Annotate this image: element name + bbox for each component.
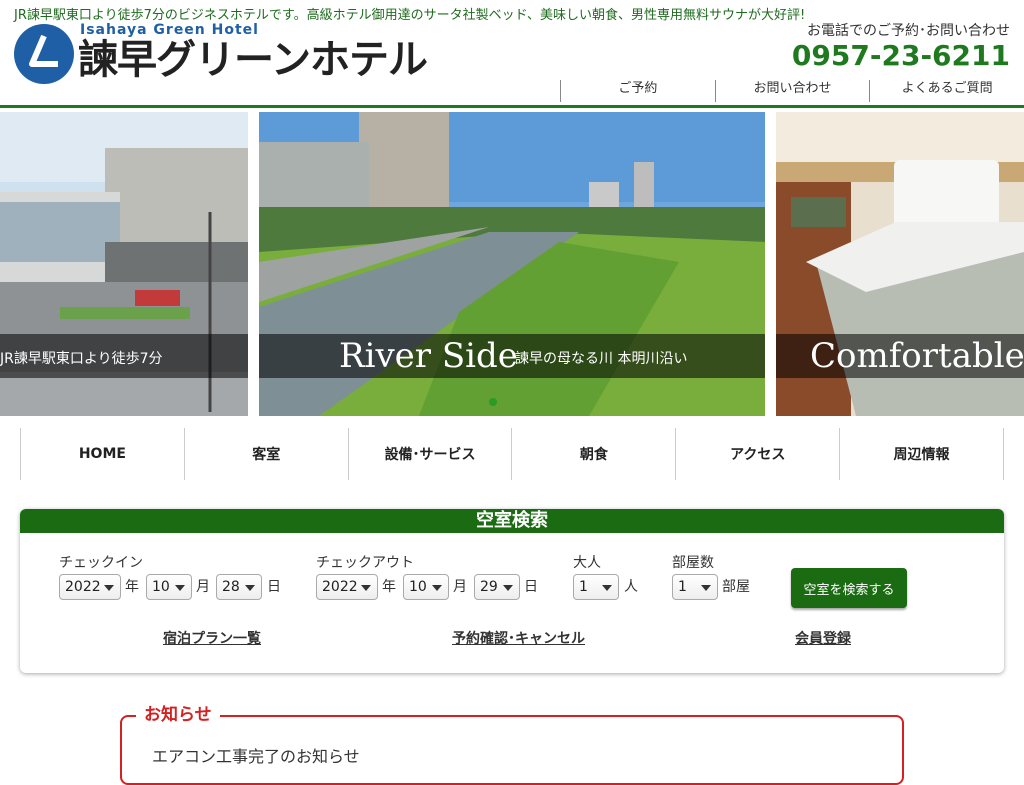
member-register-link[interactable]: 会員登録 — [795, 628, 851, 648]
slide-river-caption-title: River Side — [339, 336, 518, 376]
checkout-year-unit: 年 — [382, 579, 396, 595]
chevron-down-icon — [602, 585, 612, 591]
rooms-select[interactable]: 1 — [672, 574, 718, 600]
adults-label: 大人 — [573, 555, 601, 571]
chevron-down-icon — [175, 585, 185, 591]
vacancy-search-title: 空室検索 — [20, 509, 1004, 533]
slide-station-caption-text: JR諫早駅東口より徒歩7分 — [0, 351, 163, 367]
checkin-label: チェックイン — [59, 555, 143, 571]
search-vacancy-button[interactable]: 空室を検索する — [791, 568, 907, 608]
contact-label: お電話でのご予約･お問い合わせ — [807, 23, 1010, 39]
checkin-month-select[interactable]: 10 — [146, 574, 192, 600]
header-divider — [0, 105, 1024, 108]
top-nav-reservation[interactable]: ご予約 — [560, 80, 715, 102]
slide-station-caption: JR諫早駅東口より徒歩7分 — [0, 334, 248, 378]
chevron-down-icon — [104, 585, 114, 591]
checkout-year-select[interactable]: 2022 — [316, 574, 378, 600]
checkin-year-select[interactable]: 2022 — [59, 574, 121, 600]
top-nav-contact[interactable]: お問い合わせ — [714, 80, 870, 102]
chevron-down-icon — [361, 585, 371, 591]
top-nav-faq[interactable]: よくあるご質問 — [869, 80, 1024, 102]
plan-list-link[interactable]: 宿泊プラン一覧 — [163, 628, 261, 648]
slide-room-caption-title: Comfortable — [810, 336, 1024, 376]
checkin-year-unit: 年 — [125, 579, 139, 595]
phone-number[interactable]: 0957-23-6211 — [792, 40, 1010, 72]
nav-rooms[interactable]: 客室 — [183, 428, 348, 480]
slide-river-caption: River Side 諫早の母なる川 本明川沿い — [259, 334, 765, 378]
contact-block: お電話でのご予約･お問い合わせ 0957-23-6211 — [792, 20, 1010, 72]
chevron-down-icon — [245, 585, 255, 591]
slide-river-caption-text: 諫早の母なる川 本明川沿い — [515, 351, 688, 367]
logo-mark-icon — [14, 24, 74, 84]
checkout-day-select[interactable]: 29 — [474, 574, 520, 600]
slider-dot-active[interactable] — [489, 398, 497, 406]
nav-access[interactable]: アクセス — [675, 428, 839, 480]
checkout-month-select[interactable]: 10 — [403, 574, 449, 600]
checkout-day-unit: 日 — [524, 579, 538, 595]
main-nav: HOME 客室 設備･サービス 朝食 アクセス 周辺情報 — [20, 428, 1004, 480]
checkout-label: チェックアウト — [316, 555, 414, 571]
rooms-label: 部屋数 — [672, 555, 714, 571]
slide-station: JR諫早駅東口より徒歩7分 — [0, 112, 248, 416]
reservation-check-link[interactable]: 予約確認･キャンセル — [452, 628, 585, 648]
image-slider[interactable]: JR諫早駅東口より徒歩7分 River Side 諫早の母なる川 本明川沿い C… — [0, 112, 1024, 416]
nav-nearby[interactable]: 周辺情報 — [839, 428, 1004, 480]
nav-facilities[interactable]: 設備･サービス — [347, 428, 512, 480]
checkin-month-unit: 月 — [196, 579, 210, 595]
top-nav: ご予約 お問い合わせ よくあるご質問 — [560, 80, 1024, 102]
slide-room-caption: Comfortable — [776, 334, 1024, 378]
rooms-unit: 部屋 — [722, 579, 750, 595]
notice-title: お知らせ — [136, 704, 220, 726]
nav-home[interactable]: HOME — [20, 428, 184, 480]
logo-japanese-name: 諫早グリーンホテル — [78, 37, 428, 83]
header-tagline: JR諫早駅東口より徒歩7分のビジネスホテルです。高級ホテル御用達のサータ社製ベッ… — [14, 8, 806, 23]
checkin-day-unit: 日 — [267, 579, 281, 595]
notice-box: お知らせ エアコン工事完了のお知らせ — [120, 704, 904, 785]
checkout-month-unit: 月 — [453, 579, 467, 595]
nav-breakfast[interactable]: 朝食 — [511, 428, 675, 480]
chevron-down-icon — [432, 585, 442, 591]
checkin-day-select[interactable]: 28 — [216, 574, 262, 600]
slide-room: Comfortable — [776, 112, 1024, 416]
adults-unit: 人 — [624, 579, 638, 595]
chevron-down-icon — [701, 585, 711, 591]
vacancy-search-panel: 空室検索 チェックイン 2022 年 10 月 28 日 チェックアウト 202… — [20, 509, 1004, 673]
chevron-down-icon — [503, 585, 513, 591]
hotel-logo[interactable]: Isahaya Green Hotel 諫早グリーンホテル — [14, 22, 454, 88]
slide-river: River Side 諫早の母なる川 本明川沿い — [259, 112, 765, 416]
adults-select[interactable]: 1 — [573, 574, 619, 600]
notice-item[interactable]: エアコン工事完了のお知らせ — [152, 743, 360, 767]
